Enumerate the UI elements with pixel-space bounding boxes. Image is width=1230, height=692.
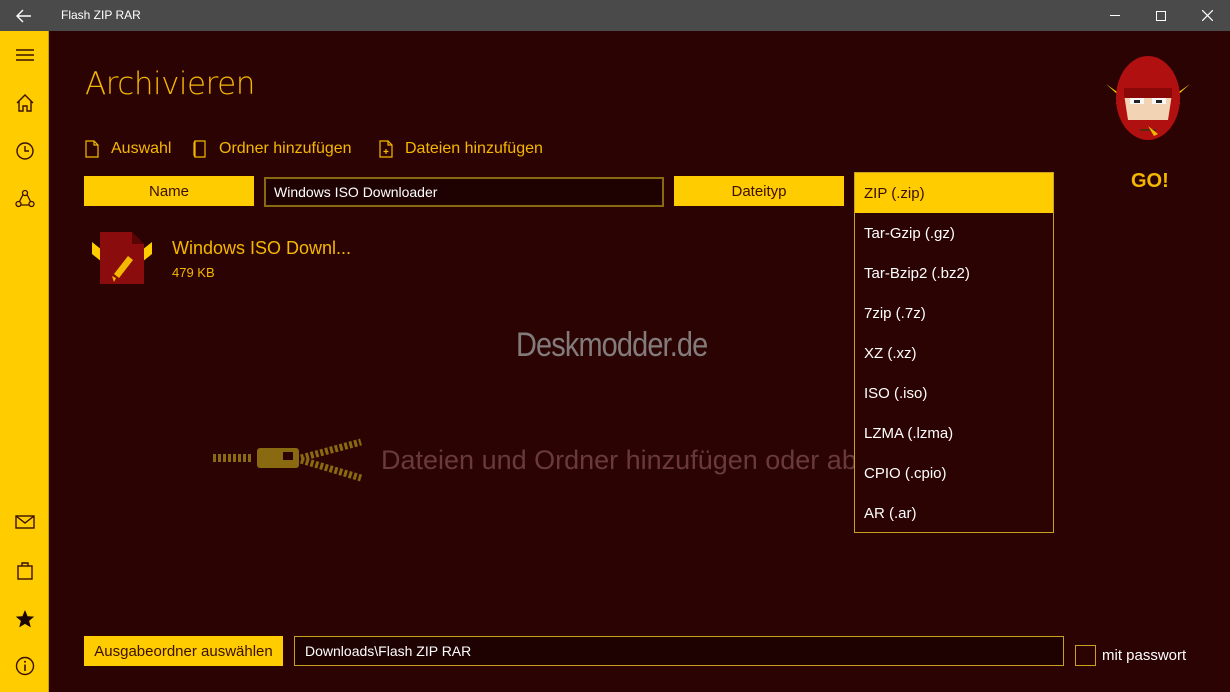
history-clock-icon — [15, 142, 34, 160]
output-path-input[interactable]: Downloads\Flash ZIP RAR — [294, 636, 1064, 666]
selection-label: Auswahl — [111, 140, 172, 157]
add-folder-label: Ordner hinzufügen — [219, 140, 352, 157]
close-button[interactable] — [1184, 0, 1230, 31]
home-icon — [16, 94, 33, 112]
dropdown-option-iso[interactable]: ISO (.iso) — [855, 373, 1053, 413]
sidebar-item-store[interactable] — [0, 547, 49, 593]
hamburger-menu-button[interactable] — [0, 32, 49, 78]
store-bag-icon — [16, 562, 33, 580]
dropdown-option-lzma[interactable]: LZMA (.lzma) — [855, 413, 1053, 453]
mail-icon — [14, 515, 35, 529]
file-icon — [85, 140, 99, 158]
name-label-button[interactable]: Name — [84, 176, 254, 206]
password-checkbox[interactable] — [1075, 645, 1096, 666]
zip-file-icon[interactable] — [90, 228, 154, 290]
flash-mascot-icon[interactable] — [1104, 52, 1192, 150]
file-name[interactable]: Windows ISO Downl... — [172, 238, 351, 259]
dropdown-option-bz2[interactable]: Tar-Bzip2 (.bz2) — [855, 253, 1053, 293]
info-icon — [15, 656, 34, 676]
dropdown-option-xz[interactable]: XZ (.xz) — [855, 333, 1053, 373]
sidebar — [0, 31, 49, 692]
add-folder-button[interactable]: Ordner hinzufügen — [193, 138, 352, 160]
watermark-text: Deskmodder.de — [516, 326, 708, 364]
back-arrow-icon[interactable] — [0, 0, 48, 31]
file-size: 479 KB — [172, 265, 215, 280]
zipper-icon — [213, 438, 363, 482]
add-files-button[interactable]: Dateien hinzufügen — [379, 138, 543, 160]
folder-page-icon — [193, 140, 206, 158]
sidebar-item-mail[interactable] — [0, 499, 49, 545]
minimize-icon — [1110, 15, 1120, 16]
minimize-button[interactable] — [1092, 0, 1138, 31]
dropdown-option-7z[interactable]: 7zip (.7z) — [855, 293, 1053, 333]
hamburger-menu-icon — [15, 49, 34, 61]
sidebar-item-home[interactable] — [0, 80, 49, 126]
share-icon — [14, 189, 35, 208]
file-type-label-button[interactable]: Dateityp — [674, 176, 844, 206]
dropdown-option-gz[interactable]: Tar-Gzip (.gz) — [855, 213, 1053, 253]
choose-output-folder-button[interactable]: Ausgabeordner auswählen — [84, 636, 283, 666]
sidebar-item-favorite[interactable] — [0, 596, 49, 642]
sidebar-item-history[interactable] — [0, 128, 49, 174]
archive-name-input[interactable]: Windows ISO Downloader — [264, 177, 664, 207]
sidebar-item-share[interactable] — [0, 176, 49, 222]
dropdown-option-zip[interactable]: ZIP (.zip) — [855, 173, 1053, 213]
dropdown-option-cpio[interactable]: CPIO (.cpio) — [855, 453, 1053, 493]
dropdown-option-ar[interactable]: AR (.ar) — [855, 493, 1053, 533]
title-bar: Flash ZIP RAR — [0, 0, 1230, 31]
sidebar-item-info[interactable] — [0, 643, 49, 689]
file-type-dropdown[interactable]: ZIP (.zip) Tar-Gzip (.gz) Tar-Bzip2 (.bz… — [854, 172, 1054, 533]
add-file-icon — [379, 140, 393, 158]
window-title: Flash ZIP RAR — [61, 8, 141, 22]
add-files-label: Dateien hinzufügen — [405, 140, 543, 157]
selection-button[interactable]: Auswahl — [85, 138, 171, 160]
page-title: Archivieren — [85, 66, 255, 102]
close-icon — [1201, 10, 1213, 21]
maximize-button[interactable] — [1138, 0, 1184, 31]
maximize-icon — [1156, 10, 1166, 21]
password-label: mit passwort — [1102, 647, 1187, 664]
star-icon — [15, 610, 34, 628]
go-button[interactable]: GO! — [1131, 170, 1169, 193]
